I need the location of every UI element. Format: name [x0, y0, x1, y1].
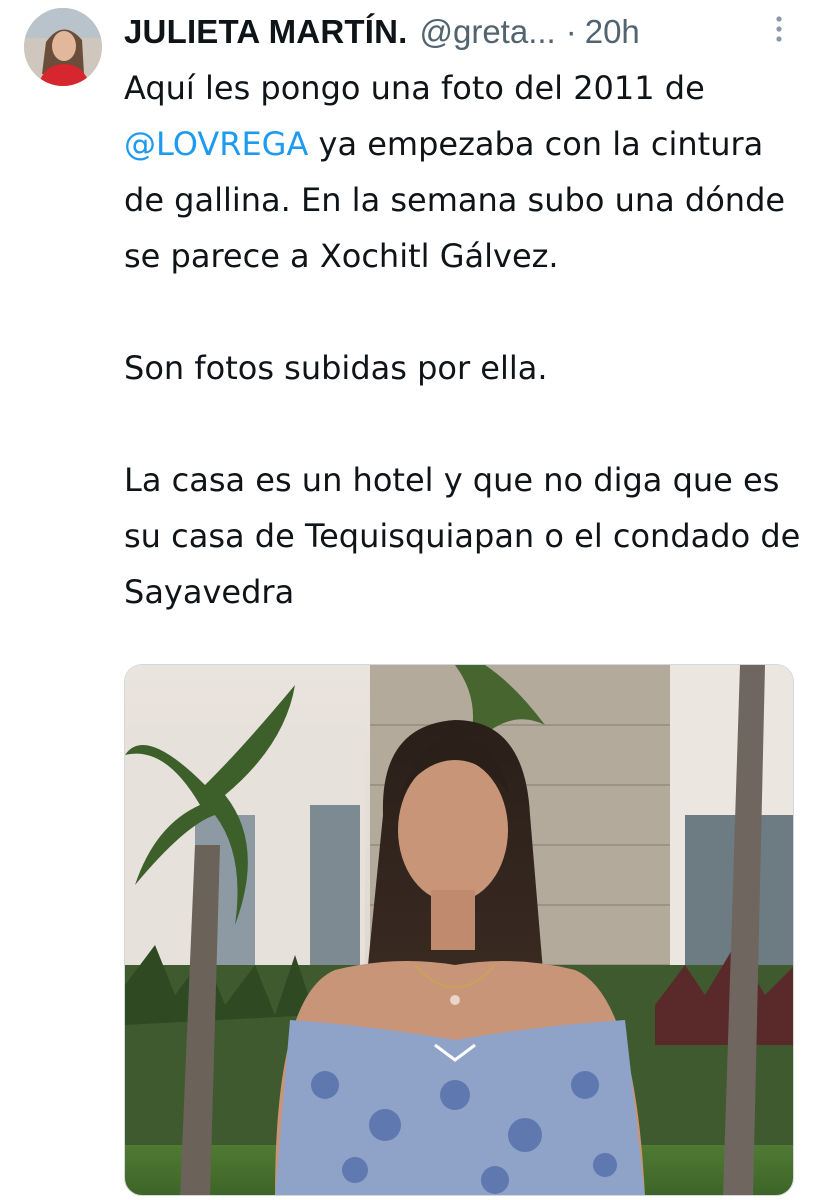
tweet-text-intro: Aquí les pongo una foto del 2011 de — [124, 69, 705, 107]
tweet-paragraph-3: La casa es un hotel y que no diga que es… — [124, 461, 801, 611]
timestamp[interactable]: 20h — [585, 13, 640, 51]
tweet[interactable]: JULIETA MARTÍN. @greta... · 20h Aquí les… — [0, 0, 816, 1200]
tweet-photo[interactable] — [124, 664, 794, 1196]
mention-link[interactable]: @LOVREGA — [124, 125, 308, 163]
tweet-header: JULIETA MARTÍN. @greta... · 20h — [124, 8, 794, 56]
avatar[interactable] — [24, 8, 102, 86]
tweet-paragraph-1: Aquí les pongo una foto del 2011 de @LOV… — [124, 60, 804, 284]
author-handle[interactable]: @greta... — [419, 13, 555, 51]
three-dots-vertical-icon[interactable] — [772, 14, 786, 44]
author-display-name[interactable]: JULIETA MARTÍN. — [124, 13, 407, 51]
separator-dot: · — [565, 13, 577, 50]
tweet-text: Aquí les pongo una foto del 2011 de @LOV… — [124, 60, 804, 620]
tweet-paragraph-2: Son fotos subidas por ella. — [124, 349, 548, 387]
